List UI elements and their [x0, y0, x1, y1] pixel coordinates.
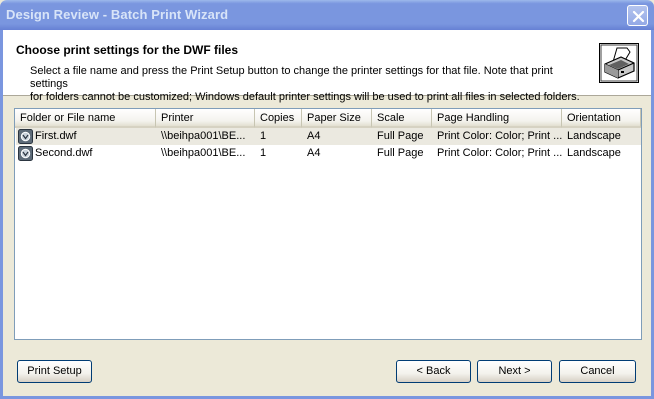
cancel-button[interactable]: Cancel [559, 360, 636, 383]
cell-orientation: Landscape [567, 147, 621, 159]
column-header-printer[interactable]: Printer [156, 109, 255, 128]
close-icon [632, 10, 645, 23]
title-bar[interactable]: Design Review - Batch Print Wizard [0, 0, 654, 30]
header-description-line-1: Select a file name and press the Print S… [30, 65, 553, 90]
close-button[interactable] [627, 5, 648, 26]
cell-paper-size: A4 [307, 147, 321, 159]
cell-name: First.dwf [35, 130, 77, 142]
cell-scale: Full Page [377, 147, 424, 159]
cell-name: Second.dwf [35, 147, 93, 159]
table-row[interactable]: First.dwf \\beihpa001\BE... 1 A4 Full Pa… [16, 128, 641, 145]
wizard-header: Choose print settings for the DWF files … [3, 30, 651, 103]
column-header-paper-size[interactable]: Paper Size [302, 109, 372, 128]
cell-printer: \\beihpa001\BE... [161, 147, 246, 159]
cell-scale: Full Page [377, 130, 424, 142]
table-row[interactable]: Second.dwf \\beihpa001\BE... 1 A4 Full P… [16, 145, 641, 162]
print-setup-button[interactable]: Print Setup [17, 360, 92, 383]
cell-copies: 1 [260, 130, 267, 142]
cell-printer: \\beihpa001\BE... [161, 130, 246, 142]
cell-page-handling: Print Color: Color; Print ... [437, 130, 562, 142]
batch-print-wizard-window: Design Review - Batch Print Wizard Choos… [0, 0, 654, 399]
cell-page-handling: Print Color: Color; Print ... [437, 147, 562, 159]
next-button[interactable]: Next > [477, 360, 552, 383]
cell-paper-size: A4 [307, 130, 321, 142]
printer-icon [599, 43, 639, 83]
column-header-page-handling[interactable]: Page Handling [432, 109, 562, 128]
window-title: Design Review - Batch Print Wizard [6, 7, 229, 22]
list-header: Folder or File name Printer Copies Paper… [15, 109, 641, 128]
back-button[interactable]: < Back [396, 360, 471, 383]
column-header-orientation[interactable]: Orientation [562, 109, 641, 128]
column-header-name[interactable]: Folder or File name [15, 109, 156, 128]
header-description: Select a file name and press the Print S… [30, 65, 590, 104]
cell-orientation: Landscape [567, 130, 621, 142]
cell-copies: 1 [260, 147, 267, 159]
column-header-scale[interactable]: Scale [372, 109, 432, 128]
header-title: Choose print settings for the DWF files [16, 43, 239, 57]
column-header-copies[interactable]: Copies [255, 109, 302, 128]
file-list-view[interactable]: Folder or File name Printer Copies Paper… [14, 108, 642, 340]
header-description-line-2: for folders cannot be customized; Window… [30, 91, 580, 103]
